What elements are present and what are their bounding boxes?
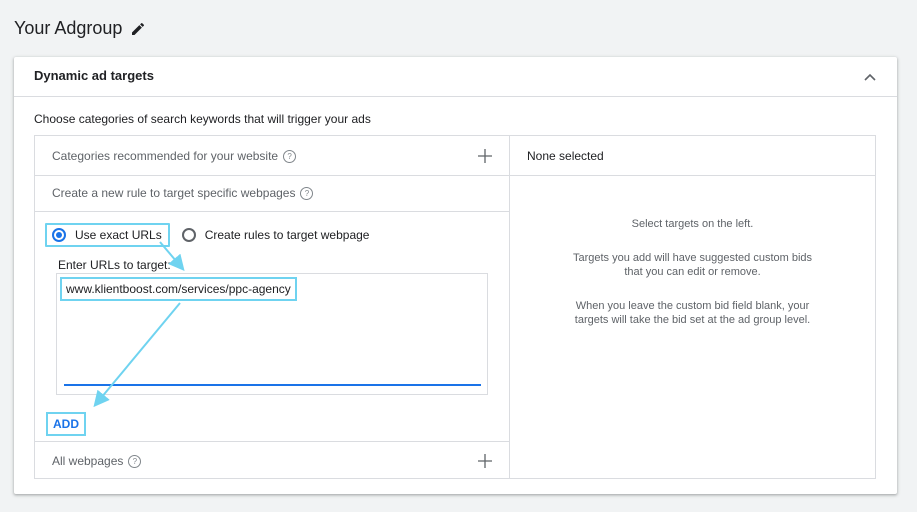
- url-textarea[interactable]: www.klientboost.com/services/ppc-agency: [56, 273, 488, 395]
- add-button[interactable]: ADD: [46, 412, 86, 436]
- categories-label: Categories recommended for your website: [52, 149, 279, 163]
- plus-icon[interactable]: [477, 453, 493, 469]
- empty-state-line: Select targets on the left.: [631, 218, 754, 230]
- radio-exact-label: Use exact URLs: [75, 228, 162, 242]
- pencil-icon[interactable]: [130, 21, 146, 37]
- page-title: Your Adgroup: [14, 18, 123, 38]
- rule-row: Create a new rule to target specific web…: [35, 176, 509, 212]
- help-circle-icon[interactable]: ?: [300, 186, 314, 200]
- empty-state-line: When you leave the custom bid field blan…: [575, 300, 810, 312]
- help-circle-icon[interactable]: ?: [283, 149, 297, 163]
- url-field-label: Enter URLs to target:: [58, 258, 171, 272]
- target-mode-radio-group: Use exact URLs Create rules to target we…: [45, 222, 369, 248]
- rule-label: Create a new rule to target specific web…: [52, 186, 296, 200]
- card-title: Dynamic ad targets: [34, 68, 154, 83]
- selected-header: None selected: [510, 136, 875, 176]
- all-webpages-row[interactable]: All webpages ?: [35, 441, 509, 478]
- card-header[interactable]: Dynamic ad targets: [14, 57, 897, 97]
- empty-state-line: targets will take the bid set at the ad …: [574, 314, 811, 326]
- radio-unchecked-icon[interactable]: [181, 228, 196, 242]
- page-header: Your Adgroup: [14, 18, 146, 39]
- none-selected-label: None selected: [527, 149, 604, 163]
- left-panel: Categories recommended for your website …: [35, 136, 510, 478]
- dynamic-ad-targets-card: Dynamic ad targets Choose categories of …: [14, 57, 897, 494]
- radio-checked-icon[interactable]: [52, 228, 66, 242]
- empty-state-line: Targets you add will have suggested cust…: [572, 252, 813, 264]
- input-underline: [64, 384, 481, 386]
- right-panel: None selected Select targets on the left…: [510, 136, 875, 478]
- radio-rules-label: Create rules to target webpage: [204, 228, 370, 242]
- categories-row[interactable]: Categories recommended for your website …: [35, 136, 509, 176]
- intro-text: Choose categories of search keywords tha…: [34, 112, 371, 126]
- empty-state-line: that you can edit or remove.: [624, 266, 761, 278]
- url-value[interactable]: www.klientboost.com/services/ppc-agency: [60, 277, 297, 301]
- plus-icon[interactable]: [477, 148, 493, 164]
- radio-use-exact-urls[interactable]: Use exact URLs: [45, 223, 170, 247]
- targets-panels: Categories recommended for your website …: [34, 135, 876, 479]
- all-webpages-label: All webpages: [52, 454, 124, 468]
- chevron-up-icon[interactable]: [859, 66, 881, 88]
- radio-create-rules[interactable]: Create rules to target webpage: [181, 228, 370, 242]
- help-circle-icon[interactable]: ?: [128, 454, 142, 468]
